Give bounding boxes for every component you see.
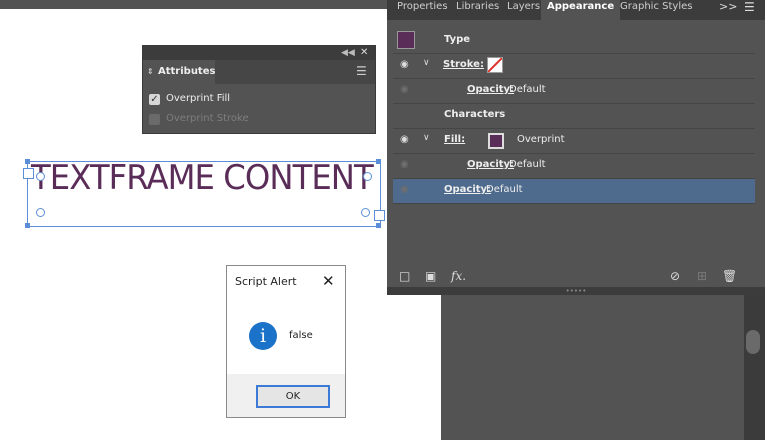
appearance-panel: Properties Libraries Layers Appearance G… bbox=[387, 0, 765, 295]
appearance-row-fill[interactable]: ◉ ∨ Fill: Overprint bbox=[393, 129, 755, 154]
anchor-point[interactable] bbox=[363, 172, 372, 181]
ok-button[interactable]: OK bbox=[256, 385, 330, 408]
stroke-opacity-label[interactable]: Opacity: bbox=[467, 84, 514, 95]
dialog-title: Script Alert bbox=[235, 275, 297, 288]
script-alert-dialog: Script Alert ✕ i false OK bbox=[226, 265, 346, 418]
selection-handle[interactable] bbox=[25, 223, 30, 228]
clear-appearance-icon[interactable]: ⊘ bbox=[670, 269, 680, 283]
appearance-row-stroke[interactable]: ◉ ∨ Stroke: bbox=[393, 54, 755, 79]
stroke-opacity-value: Default bbox=[509, 84, 546, 95]
eye-icon[interactable]: ◉ bbox=[400, 184, 409, 195]
appearance-row-fill-opacity[interactable]: ◉ Opacity: Default bbox=[393, 154, 755, 179]
appearance-row-stroke-opacity[interactable]: ◉ Opacity: Default bbox=[393, 79, 755, 104]
anchor-point[interactable] bbox=[36, 208, 45, 217]
tab-appearance[interactable]: Appearance bbox=[541, 0, 621, 20]
tab-properties[interactable]: Properties bbox=[397, 0, 448, 20]
opacity-label[interactable]: Opacity: bbox=[444, 184, 491, 195]
canvas-background bbox=[441, 295, 765, 440]
tab-layers[interactable]: Layers bbox=[507, 0, 540, 20]
add-effect-icon[interactable]: fx. bbox=[451, 269, 466, 283]
attributes-panel: ◀◀ ✕ ⇕ Attributes ☰ ✓ Overprint Fill Ove… bbox=[142, 45, 376, 134]
attributes-panel-header[interactable]: ◀◀ ✕ bbox=[143, 46, 375, 60]
selection-handle[interactable] bbox=[376, 223, 381, 228]
expand-collapse-icon[interactable]: ⇕ bbox=[147, 60, 154, 84]
type-color-swatch[interactable] bbox=[397, 31, 415, 49]
add-stroke-icon[interactable]: □ bbox=[399, 269, 410, 283]
in-port[interactable] bbox=[23, 168, 34, 179]
appearance-footer: □ ▣ fx. ⊘ ⊞ 🗑 bbox=[387, 265, 765, 287]
eye-icon[interactable]: ◉ bbox=[400, 59, 409, 70]
selection-handle[interactable] bbox=[25, 159, 30, 164]
panel-tab-bar: Properties Libraries Layers Appearance G… bbox=[387, 0, 765, 20]
trash-icon[interactable]: 🗑 bbox=[722, 269, 737, 283]
appearance-row-type[interactable]: Type bbox=[393, 29, 755, 54]
double-chevron-right-icon[interactable]: >> bbox=[719, 0, 737, 14]
info-icon: i bbox=[249, 322, 277, 350]
opacity-value: Default bbox=[486, 184, 523, 195]
hamburger-menu-icon[interactable]: ☰ bbox=[356, 64, 367, 78]
close-icon[interactable]: ✕ bbox=[360, 46, 368, 60]
out-port[interactable] bbox=[374, 210, 385, 221]
row-label-type: Type bbox=[444, 34, 471, 45]
anchor-point[interactable] bbox=[36, 172, 45, 181]
tab-attributes-label: Attributes bbox=[158, 66, 216, 77]
row-label-characters: Characters bbox=[444, 109, 506, 120]
fill-color-swatch[interactable] bbox=[488, 133, 504, 149]
eye-icon[interactable]: ◉ bbox=[400, 159, 409, 170]
text-frame-content[interactable]: TEXTFRAME CONTENT bbox=[31, 158, 374, 198]
overprint-stroke-checkbox[interactable] bbox=[149, 114, 160, 125]
fill-label[interactable]: Fill: bbox=[444, 134, 465, 145]
chevron-down-icon[interactable]: ∨ bbox=[423, 58, 430, 68]
tab-libraries[interactable]: Libraries bbox=[456, 0, 499, 20]
eye-icon[interactable]: ◉ bbox=[400, 84, 409, 95]
dialog-message: false bbox=[289, 330, 313, 341]
overprint-fill-label: Overprint Fill bbox=[166, 93, 231, 104]
vertical-scrollbar[interactable] bbox=[744, 295, 765, 440]
fill-opacity-value: Default bbox=[509, 159, 546, 170]
stroke-none-swatch[interactable] bbox=[487, 57, 503, 73]
anchor-point[interactable] bbox=[361, 208, 370, 217]
overprint-fill-checkbox[interactable]: ✓ bbox=[149, 94, 160, 105]
appearance-row-characters[interactable]: Characters bbox=[393, 104, 755, 129]
tab-graphic-styles[interactable]: Graphic Styles bbox=[620, 0, 692, 20]
fill-opacity-label[interactable]: Opacity: bbox=[467, 159, 514, 170]
close-icon[interactable]: ✕ bbox=[322, 272, 335, 290]
duplicate-item-icon[interactable]: ⊞ bbox=[697, 269, 707, 283]
tab-attributes[interactable]: ⇕ Attributes bbox=[143, 60, 215, 84]
chevron-down-icon[interactable]: ∨ bbox=[423, 133, 430, 143]
scrollbar-thumb[interactable] bbox=[746, 330, 760, 354]
hamburger-menu-icon[interactable]: ☰ bbox=[744, 0, 755, 14]
attributes-tab-bar: ⇕ Attributes ☰ bbox=[143, 60, 375, 84]
stroke-label[interactable]: Stroke: bbox=[443, 59, 484, 70]
eye-icon[interactable]: ◉ bbox=[400, 134, 409, 145]
overprint-stroke-label: Overprint Stroke bbox=[166, 113, 249, 124]
dialog-footer: OK bbox=[227, 374, 345, 417]
add-fill-icon[interactable]: ▣ bbox=[425, 269, 436, 283]
panel-resize-grip[interactable]: ••••• bbox=[387, 287, 765, 295]
appearance-row-opacity[interactable]: ◉ Opacity: Default bbox=[393, 179, 755, 204]
selection-handle[interactable] bbox=[376, 159, 381, 164]
double-chevron-left-icon[interactable]: ◀◀ bbox=[341, 46, 355, 60]
fill-overprint-value: Overprint bbox=[517, 134, 565, 145]
